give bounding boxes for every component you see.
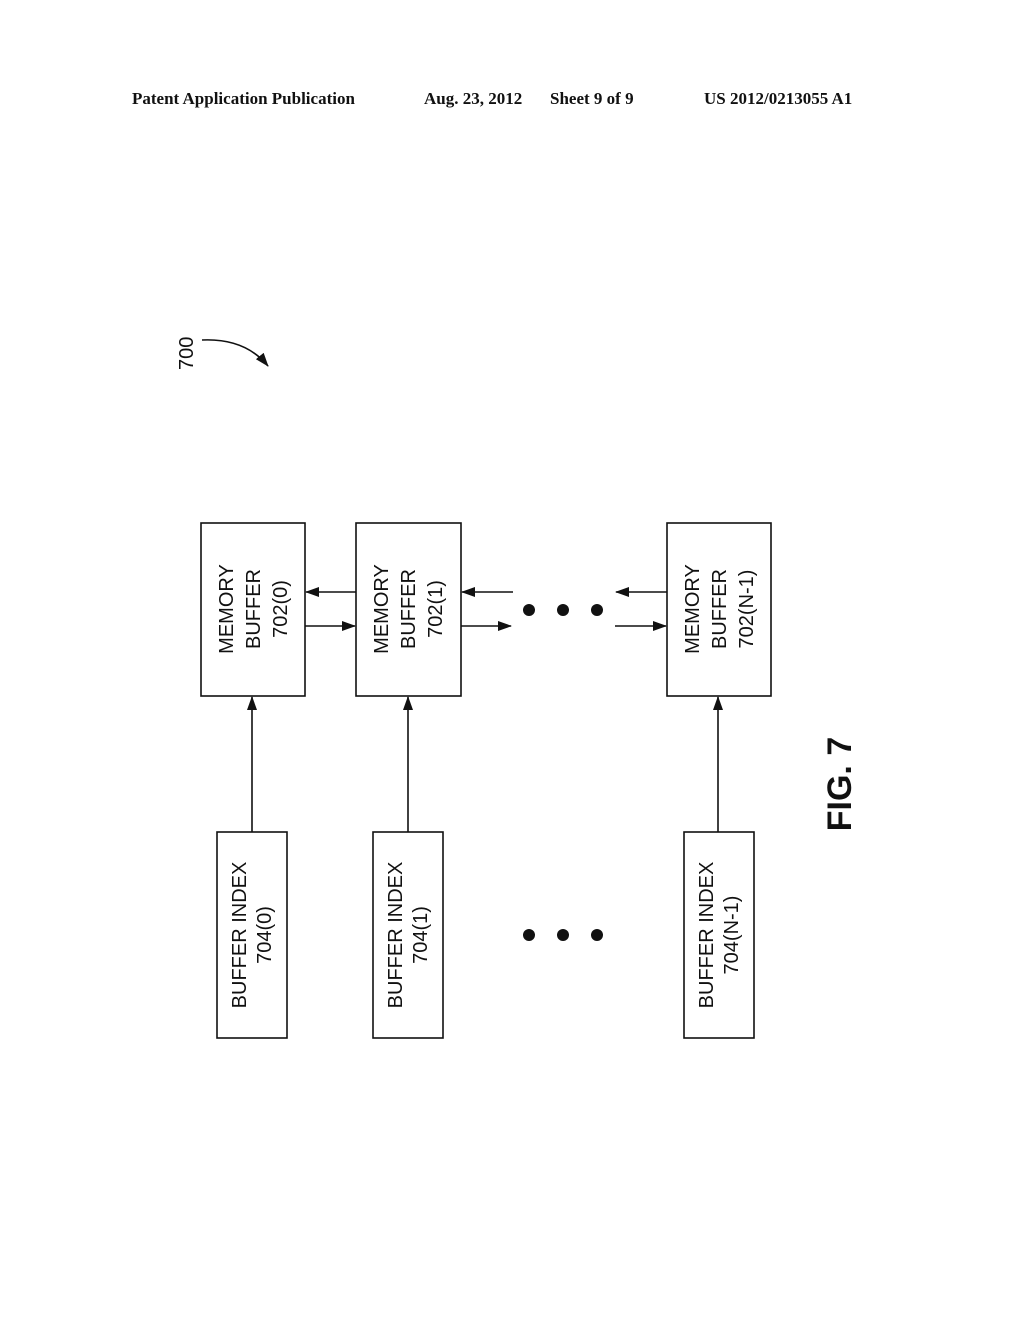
memory-buffer-1: MEMORY BUFFER 702(1) bbox=[355, 522, 462, 697]
reference-arrow bbox=[201, 339, 269, 367]
ellipsis-dot bbox=[557, 604, 569, 616]
buffer-index-1-line2: 704(1) bbox=[410, 906, 432, 964]
buffer-index-n-1-line1: BUFFER INDEX bbox=[696, 862, 718, 1009]
memory-buffer-n-1-line2: BUFFER bbox=[709, 569, 731, 649]
figure-caption: FIG. 7 bbox=[821, 737, 859, 831]
buffer-index-n-1-line2: 704(N-1) bbox=[721, 896, 743, 975]
memory-buffer-0-line2: BUFFER bbox=[243, 569, 265, 649]
memory-buffer-0: MEMORY BUFFER 702(0) bbox=[200, 522, 306, 697]
ellipsis-dot bbox=[523, 604, 535, 616]
ellipsis-dot bbox=[557, 929, 569, 941]
memory-buffer-1-line2: BUFFER bbox=[398, 569, 420, 649]
buffer-index-0-line2: 704(0) bbox=[254, 906, 276, 964]
memory-buffer-0-line3: 702(0) bbox=[270, 580, 292, 638]
ellipsis-dot bbox=[523, 929, 535, 941]
buffer-index-1-line1: BUFFER INDEX bbox=[385, 862, 407, 1009]
memory-buffer-1-line1: MEMORY bbox=[371, 564, 393, 654]
buffer-index-1: BUFFER INDEX 704(1) bbox=[372, 831, 444, 1039]
memory-buffer-1-line3: 702(1) bbox=[425, 580, 447, 638]
memory-buffer-n-1-line3: 702(N-1) bbox=[736, 570, 758, 649]
buffer-index-n-1: BUFFER INDEX 704(N-1) bbox=[683, 831, 755, 1039]
ellipsis-dot bbox=[591, 604, 603, 616]
buffer-index-0-line1: BUFFER INDEX bbox=[229, 862, 251, 1009]
reference-numeral: 700 bbox=[176, 337, 198, 370]
buffer-index-0: BUFFER INDEX 704(0) bbox=[216, 831, 288, 1039]
memory-buffer-n-1-line1: MEMORY bbox=[682, 564, 704, 654]
ellipsis-dot bbox=[591, 929, 603, 941]
memory-buffer-n-1: MEMORY BUFFER 702(N-1) bbox=[666, 522, 772, 697]
memory-buffer-0-line1: MEMORY bbox=[216, 564, 238, 654]
figure-7-diagram: 700 MEMORY BUFFER 702(0) MEMORY BUFFER 7… bbox=[176, 337, 859, 1039]
